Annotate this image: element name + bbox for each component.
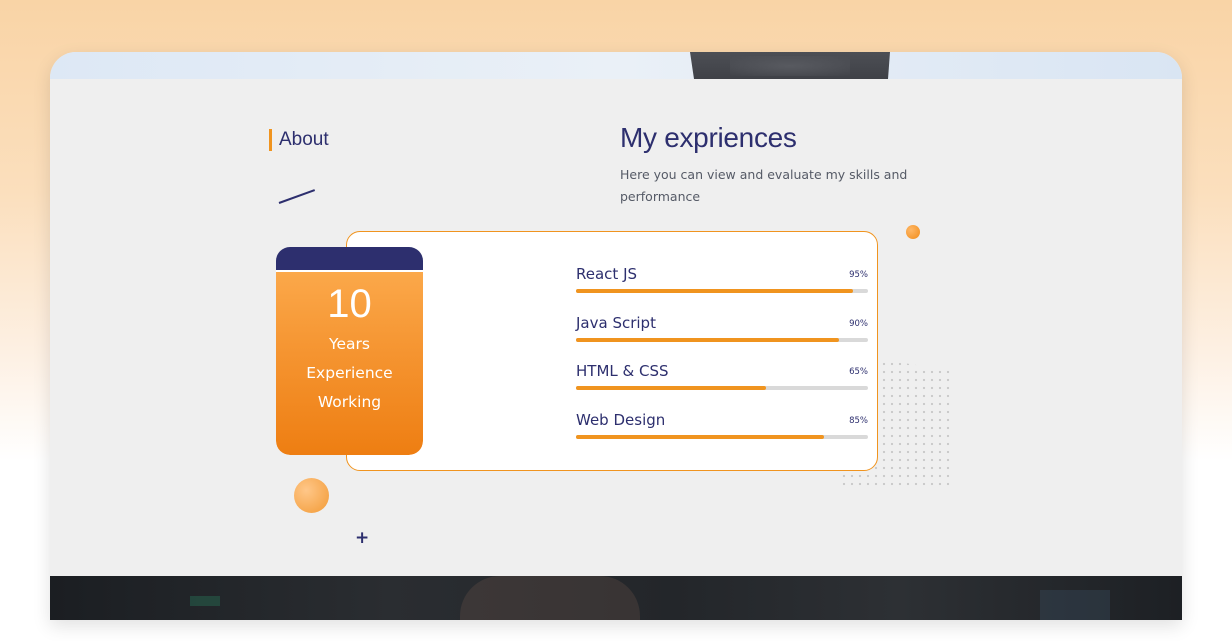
skill-item: HTML & CSS 65%	[576, 361, 868, 410]
experience-line-3: Working	[317, 393, 382, 411]
about-section-frame: About My expriences Here you can view an…	[50, 52, 1182, 620]
skill-progress-fill	[576, 386, 766, 390]
plus-icon: +	[355, 528, 370, 548]
top-photo-fragment	[690, 52, 890, 79]
skill-percent: 85%	[849, 415, 868, 426]
skill-progress-fill	[576, 434, 825, 439]
skill-name: Web Design	[576, 410, 666, 429]
skill-name: Java Script	[576, 313, 656, 332]
experience-years: 10	[327, 282, 372, 326]
skill-progress-track	[576, 289, 868, 293]
skill-percent: 90%	[849, 318, 868, 329]
experience-line-2: Experience	[306, 364, 393, 382]
skill-percent: 95%	[849, 270, 868, 280]
skill-progress-track	[576, 386, 868, 390]
decorative-circle	[294, 478, 329, 513]
skills-list: React JS 95% Java Script 90% HTML & CSS …	[576, 264, 868, 458]
decorative-line	[278, 189, 316, 204]
decorative-dot	[906, 225, 920, 239]
skill-name: React JS	[576, 265, 638, 283]
top-banner-strip	[50, 52, 1182, 79]
experience-badge-cap	[276, 247, 423, 271]
skill-item: Java Script 90%	[576, 313, 868, 362]
page-subtitle: Here you can view and evaluate my skills…	[620, 167, 908, 204]
skill-progress-track	[576, 337, 868, 342]
skill-progress-track	[576, 434, 868, 439]
skill-progress-fill	[576, 289, 854, 293]
experience-badge: 10 Years Experience Working	[276, 247, 423, 455]
skill-name: HTML & CSS	[576, 362, 669, 380]
skill-progress-fill	[576, 337, 839, 342]
page-title: My expriences	[620, 122, 797, 153]
bottom-photo-fragment	[50, 576, 1182, 620]
experience-badge-body: 10 Years Experience Working	[276, 270, 423, 455]
skill-item: React JS 95%	[576, 264, 868, 313]
experience-line-1: Years	[329, 335, 370, 353]
skill-percent: 65%	[849, 367, 868, 377]
about-label: About	[269, 129, 329, 151]
skill-item: Web Design 85%	[576, 410, 868, 459]
